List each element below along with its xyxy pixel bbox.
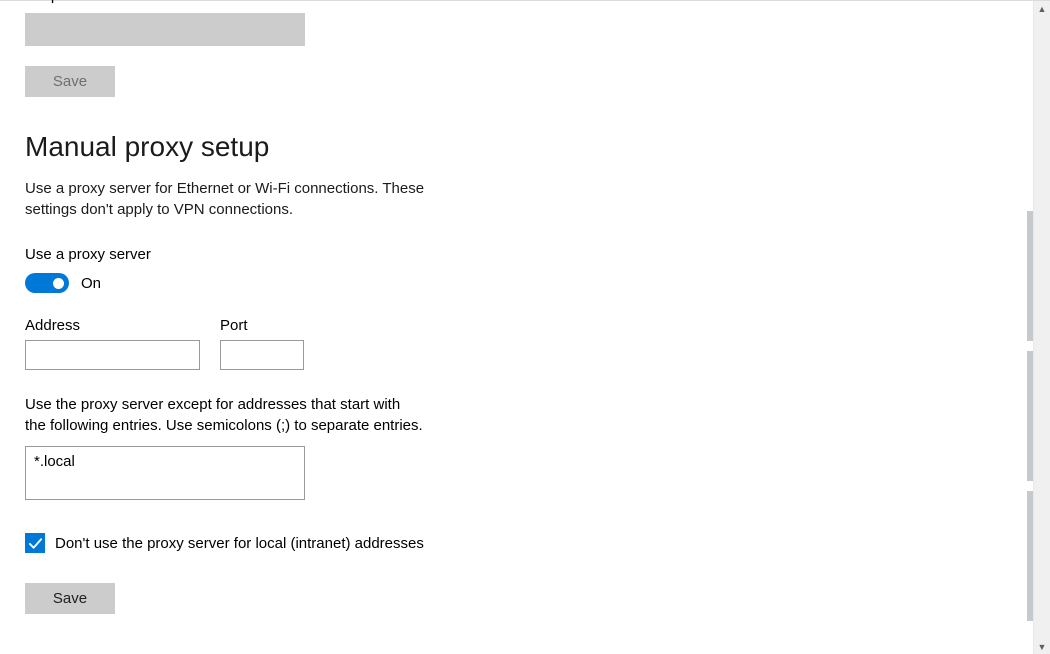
checkmark-icon <box>28 536 43 551</box>
manual-save-button[interactable]: Save <box>25 583 115 614</box>
port-label: Port <box>220 317 304 334</box>
use-proxy-toggle[interactable] <box>25 273 69 293</box>
use-proxy-label: Use a proxy server <box>25 246 700 263</box>
manual-proxy-description: Use a proxy server for Ethernet or Wi-Fi… <box>25 178 465 220</box>
manual-proxy-heading: Manual proxy setup <box>25 131 700 163</box>
exceptions-label: Use the proxy server except for addresse… <box>25 394 425 436</box>
proxy-port-input[interactable] <box>220 340 304 370</box>
vertical-scrollbar[interactable]: ▲ ▼ <box>1033 1 1050 654</box>
script-address-label: Script address <box>25 0 121 5</box>
window-edge-sliver <box>1027 211 1033 341</box>
toggle-knob <box>53 278 64 289</box>
bypass-local-checkbox[interactable] <box>25 533 45 553</box>
window-edge-sliver <box>1027 351 1033 481</box>
use-proxy-toggle-state: On <box>81 275 101 292</box>
proxy-address-input[interactable] <box>25 340 200 370</box>
auto-save-button[interactable]: Save <box>25 66 115 97</box>
address-label: Address <box>25 317 200 334</box>
window-edge-sliver <box>1027 491 1033 621</box>
scroll-up-arrow[interactable]: ▲ <box>1034 1 1050 17</box>
settings-proxy-page: ▲ ▼ Script address Save Manual proxy set… <box>0 0 1050 654</box>
script-address-input[interactable] <box>25 13 305 46</box>
scroll-down-arrow[interactable]: ▼ <box>1034 639 1050 654</box>
exceptions-textarea[interactable] <box>25 446 305 500</box>
bypass-local-label: Don't use the proxy server for local (in… <box>55 535 424 552</box>
